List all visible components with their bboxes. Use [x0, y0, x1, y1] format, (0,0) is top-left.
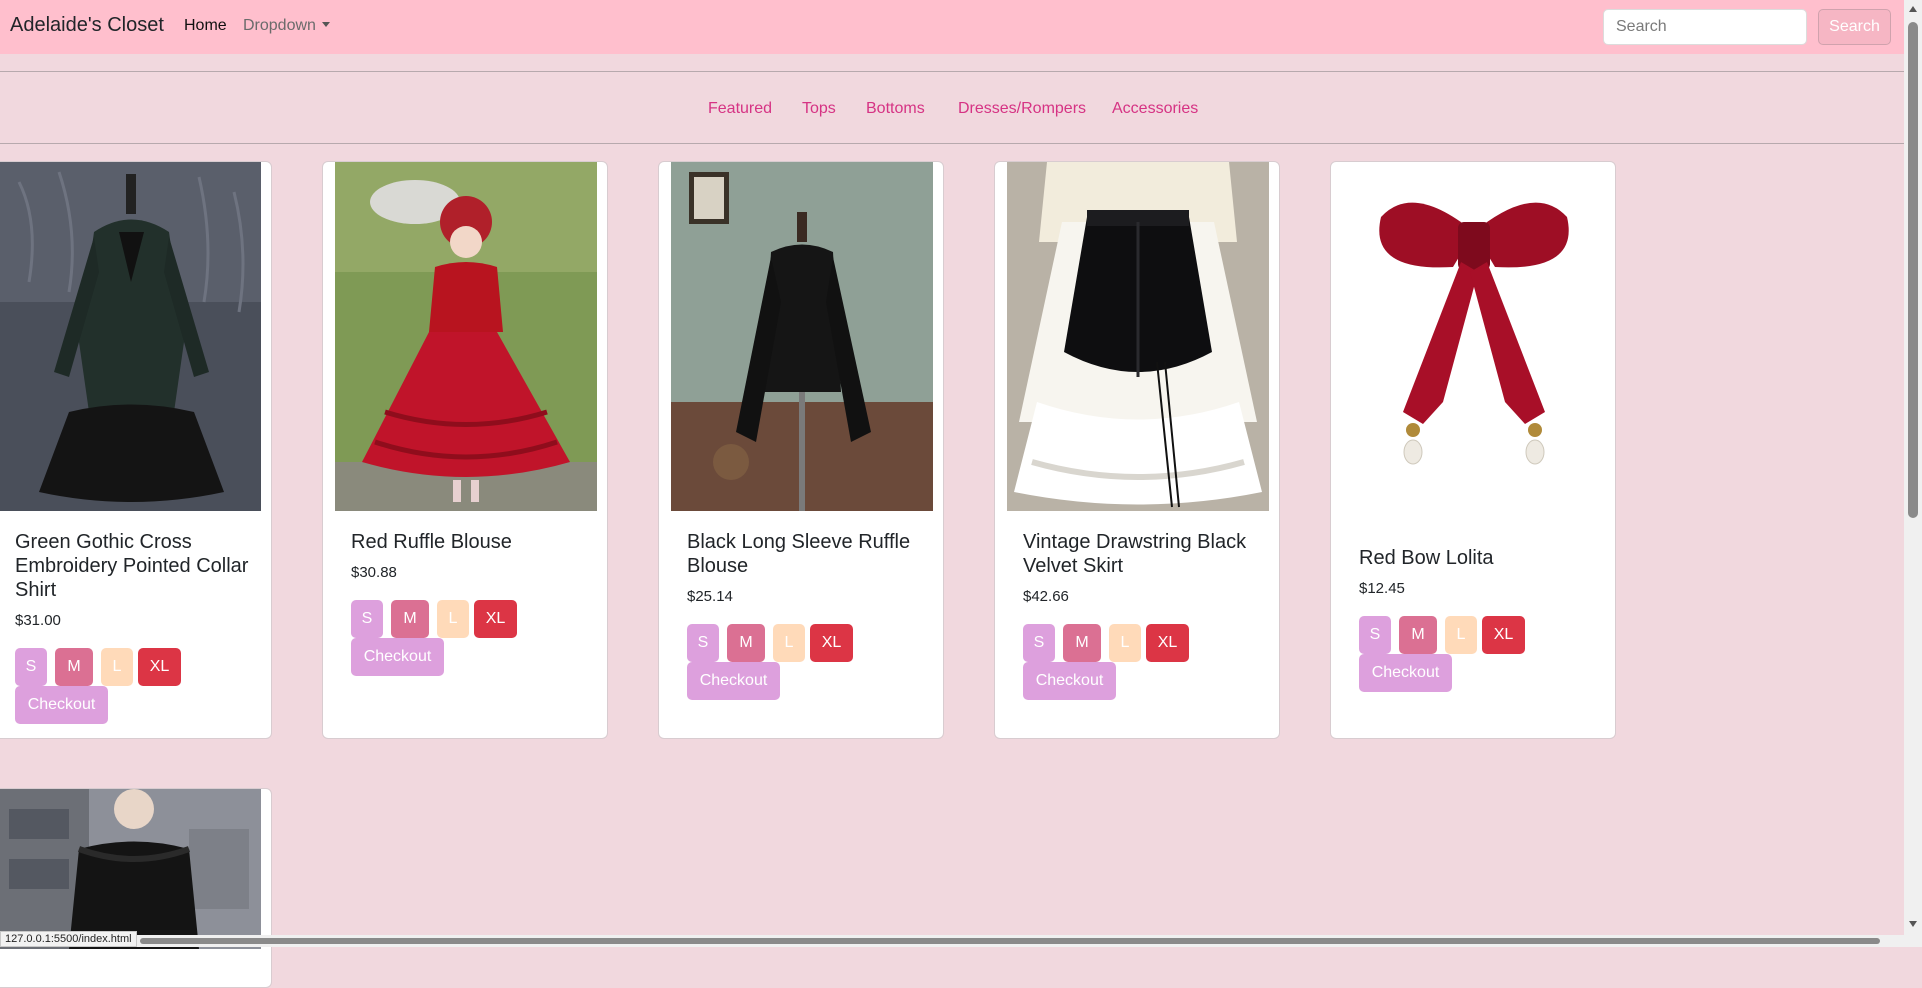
- product-image-black-offshoulder[interactable]: [0, 789, 261, 949]
- checkout-button[interactable]: Checkout: [1023, 662, 1116, 700]
- product-card: Vintage Drawstring Black Velvet Skirt $4…: [994, 161, 1280, 739]
- size-button-s[interactable]: S: [15, 648, 47, 686]
- scroll-up-icon[interactable]: [1909, 6, 1917, 12]
- scrollbar-thumb[interactable]: [140, 938, 1880, 944]
- product-title: Green Gothic Cross Embroidery Pointed Co…: [15, 531, 249, 601]
- brand-logo[interactable]: Adelaide's Closet: [10, 14, 164, 37]
- product-price: $12.45: [1359, 580, 1405, 597]
- product-price: $30.88: [351, 564, 397, 581]
- caret-down-icon: [321, 22, 330, 27]
- product-image-red-ruffle-blouse[interactable]: [335, 162, 597, 511]
- checkout-button[interactable]: Checkout: [687, 662, 780, 700]
- category-tops[interactable]: Tops: [802, 100, 836, 118]
- checkout-button[interactable]: Checkout: [15, 686, 108, 724]
- nav-dropdown-label: Dropdown: [243, 17, 316, 34]
- product-title: Red Ruffle Blouse: [351, 531, 512, 553]
- size-button-m[interactable]: M: [55, 648, 93, 686]
- category-featured[interactable]: Featured: [708, 100, 772, 118]
- vertical-scrollbar[interactable]: [1904, 0, 1922, 947]
- top-navbar: Adelaide's Closet Home Dropdown Search: [0, 0, 1904, 54]
- size-button-l[interactable]: L: [773, 624, 805, 662]
- search-input[interactable]: [1603, 9, 1807, 45]
- horizontal-scrollbar[interactable]: [0, 935, 1904, 947]
- nav-dropdown-toggle[interactable]: Dropdown: [243, 17, 330, 35]
- product-image-red-bow[interactable]: [1343, 162, 1605, 511]
- nav-home-link[interactable]: Home: [184, 17, 227, 35]
- size-button-m[interactable]: M: [727, 624, 765, 662]
- scroll-down-icon[interactable]: [1909, 921, 1917, 927]
- size-button-s[interactable]: S: [1359, 616, 1391, 654]
- product-card: Red Ruffle Blouse $30.88 S M L XL Checko…: [322, 161, 608, 739]
- size-button-l[interactable]: L: [1109, 624, 1141, 662]
- product-card: Red Bow Lolita $12.45 S M L XL Checkout: [1330, 161, 1616, 739]
- size-button-s[interactable]: S: [687, 624, 719, 662]
- search-button[interactable]: Search: [1818, 9, 1891, 45]
- category-bottoms[interactable]: Bottoms: [866, 100, 925, 118]
- scrollbar-thumb[interactable]: [1908, 22, 1918, 518]
- product-title: Vintage Drawstring Black Velvet Skirt: [1023, 531, 1247, 577]
- category-dresses-rompers[interactable]: Dresses/Rompers: [958, 100, 1086, 118]
- product-image-black-ruffle-blouse[interactable]: [671, 162, 933, 511]
- size-button-xl[interactable]: XL: [810, 624, 853, 662]
- product-card: Green Gothic Cross Embroidery Pointed Co…: [0, 161, 272, 739]
- size-button-l[interactable]: L: [1445, 616, 1477, 654]
- size-button-xl[interactable]: XL: [474, 600, 517, 638]
- size-button-m[interactable]: M: [1399, 616, 1437, 654]
- size-button-xl[interactable]: XL: [138, 648, 181, 686]
- product-card: Black Long Sleeve Ruffle Blouse $25.14 S…: [658, 161, 944, 739]
- checkout-button[interactable]: Checkout: [1359, 654, 1452, 692]
- size-button-m[interactable]: M: [1063, 624, 1101, 662]
- product-image-green-gothic-shirt[interactable]: [0, 162, 261, 511]
- size-button-xl[interactable]: XL: [1146, 624, 1189, 662]
- category-accessories[interactable]: Accessories: [1112, 100, 1198, 118]
- product-image-velvet-skirt[interactable]: [1007, 162, 1269, 511]
- size-button-m[interactable]: M: [391, 600, 429, 638]
- size-button-s[interactable]: S: [351, 600, 383, 638]
- checkout-button[interactable]: Checkout: [351, 638, 444, 676]
- product-card: [0, 788, 272, 988]
- product-price: $25.14: [687, 588, 733, 605]
- size-button-xl[interactable]: XL: [1482, 616, 1525, 654]
- size-button-l[interactable]: L: [437, 600, 469, 638]
- status-bar-url: 127.0.0.1:5500/index.html: [0, 931, 137, 947]
- product-title: Red Bow Lolita: [1359, 547, 1494, 569]
- size-button-l[interactable]: L: [101, 648, 133, 686]
- product-price: $31.00: [15, 612, 61, 629]
- category-nav: Featured Tops Bottoms Dresses/Rompers Ac…: [0, 71, 1904, 144]
- product-price: $42.66: [1023, 588, 1069, 605]
- product-title: Black Long Sleeve Ruffle Blouse: [687, 531, 911, 577]
- size-button-s[interactable]: S: [1023, 624, 1055, 662]
